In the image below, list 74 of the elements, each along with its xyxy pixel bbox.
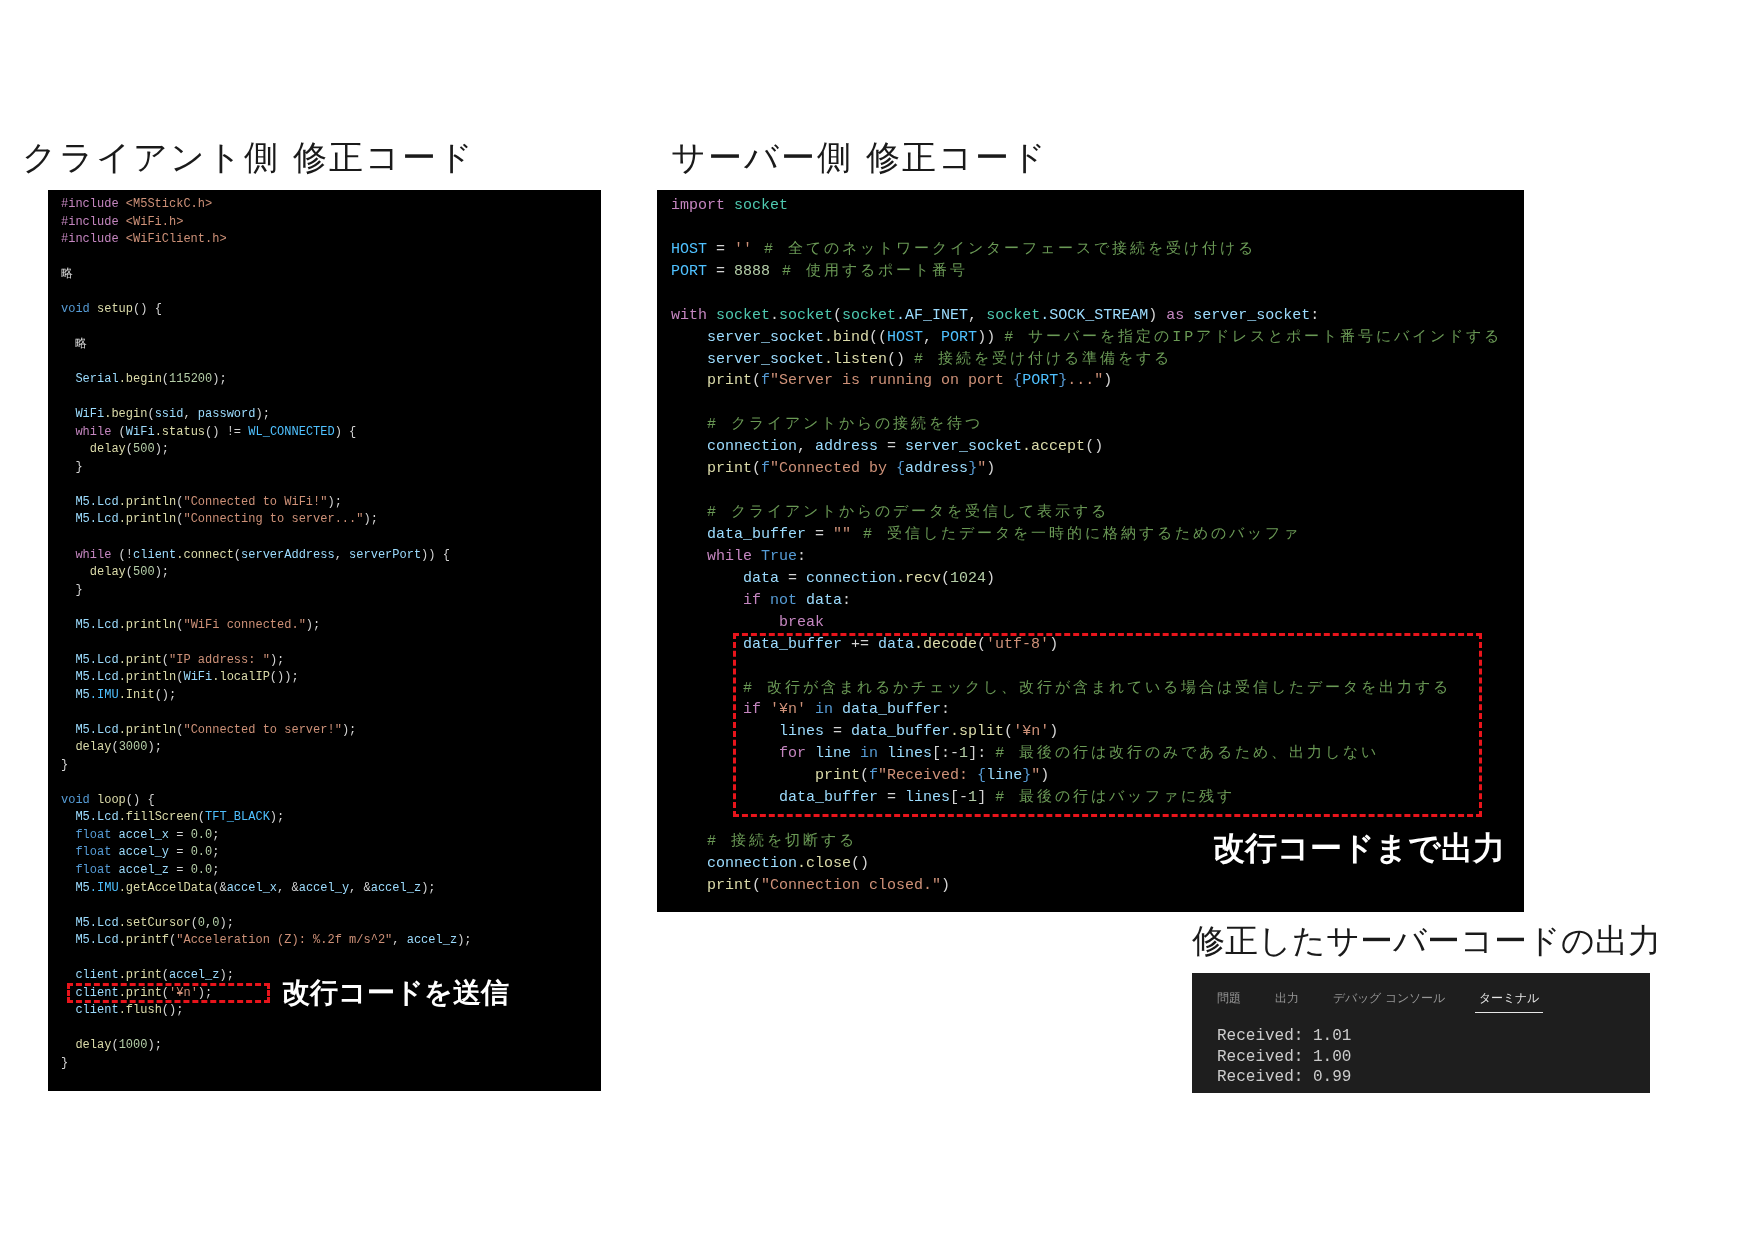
code-line: for line in lines[:-1]: # 最後の行は改行のみであるため、出力しない (779, 745, 1380, 763)
code-line: M5.Lcd.fillScreen(TFT_BLACK); (75, 810, 285, 825)
code-line: M5.Lcd.println("Connected to WiFi!"); (75, 494, 342, 509)
code-line: 略 (61, 267, 73, 282)
code-line: HOST = '' # 全てのネットワークインターフェースで接続を受け付ける (671, 240, 1257, 258)
code-line: delay(3000); (75, 740, 162, 755)
code-line: # 改行が含まれるかチェックし、改行が含まれている場合は受信したデータを出力する (743, 679, 1452, 697)
code-line: print(f"Connected by {address}") (707, 460, 996, 478)
code-line: lines = data_buffer.split('¥n') (779, 723, 1059, 741)
code-line: M5.Lcd.print("IP address: "); (75, 652, 285, 667)
code-line: while (!client.connect(serverAddress, serverPort)) { (75, 547, 450, 562)
code-line: import socket (671, 197, 789, 214)
code-line: print(f"Received: {line}") (815, 767, 1050, 785)
code-line: void setup() { (61, 302, 162, 317)
terminal-line: Received: 0.99 (1217, 1068, 1352, 1087)
code-line: #include <M5StickC.h> (61, 197, 213, 211)
code-line: if not data: (743, 591, 852, 609)
code-line: print("Connection closed.") (707, 876, 951, 894)
code-line: connection, address = server_socket.accept() (707, 438, 1104, 456)
code-line: M5.Lcd.println(WiFi.localIP()); (75, 670, 299, 685)
code-line: data_buffer = lines[-1] # 最後の行はバッファに残す (779, 789, 1236, 807)
code-line: client.print(accel_z); (75, 968, 234, 983)
code-line: while (WiFi.status() != WL_CONNECTED) { (75, 424, 357, 439)
code-line: client.print('¥n'); (75, 985, 213, 1000)
slide-heading: サーバー側 修正コード (671, 136, 1048, 179)
code-line: server_socket.bind((HOST, PORT)) # サーバーを指定のIPアドレスとポート番号にバインドする (707, 328, 1503, 346)
code-line: M5.Lcd.println("WiFi connected."); (75, 617, 321, 632)
code-line: data = connection.recv(1024) (743, 569, 996, 587)
code-line: print(f"Server is running on port {PORT}...") (707, 372, 1113, 390)
code-line: } (61, 757, 69, 772)
code-line: M5.Lcd.printf("Acceleration (Z): %.2f m/s^2", accel_z); (75, 933, 472, 948)
code-line: client.flush(); (75, 1003, 184, 1018)
code-line: float accel_z = 0.0; (75, 863, 220, 877)
code-line: M5.Lcd.println("Connected to server!"); (75, 722, 357, 737)
code-line: WiFi.begin(ssid, password); (75, 407, 270, 422)
code-line: } (75, 459, 83, 474)
panel-tab[interactable]: ターミナル (1474, 983, 1543, 1013)
panel-tab[interactable]: 問題 (1213, 983, 1245, 1013)
code-line: void loop() { (61, 792, 155, 807)
annotation-label: 改行コードを送信 (282, 975, 509, 1012)
terminal-line: Received: 1.00 (1217, 1047, 1352, 1066)
code-line: M5.IMU.getAccelData(&accel_x, &accel_y, &accel_z); (75, 880, 436, 895)
code-line: while True: (707, 547, 807, 565)
code-line: } (61, 1055, 69, 1070)
slide-heading: クライアント側 修正コード (22, 136, 475, 179)
code-line: M5.Lcd.println("Connecting to server..."); (75, 512, 378, 527)
code-line: #include <WiFiClient.h> (61, 232, 227, 247)
code-line: float accel_y = 0.0; (75, 845, 220, 860)
code-line: float accel_x = 0.0; (75, 827, 220, 842)
code-line: Serial.begin(115200); (75, 372, 227, 387)
code-line: #include <WiFi.h> (61, 214, 184, 229)
slide-heading: 修正したサーバーコードの出力 (1192, 920, 1661, 962)
code-line: } (75, 582, 83, 597)
code-line: M5.Lcd.setCursor(0,0); (75, 915, 234, 930)
code-line: 略 (75, 337, 88, 352)
panel-tab[interactable]: 出力 (1271, 983, 1303, 1013)
code-line: delay(500); (89, 565, 170, 580)
panel-tab[interactable]: デバッグ コンソール (1329, 983, 1449, 1013)
code-line: # 接続を切断する (707, 833, 858, 851)
code-line: delay(500); (89, 442, 170, 457)
code-line: data_buffer += data.decode('utf-8') (743, 635, 1059, 653)
code-line: M5.IMU.Init(); (75, 687, 177, 702)
code-line: server_socket.listen() # 接続を受け付ける準備をする (707, 350, 1173, 368)
code-line: # クライアントからのデータを受信して表示する (707, 504, 1110, 522)
annotation-label: 改行コードまで出力 (1213, 828, 1505, 869)
terminal-line: Received: 1.01 (1217, 1027, 1352, 1045)
code-line: with socket.socket(socket.AF_INET, socket.SOCK_STREAM) as server_socket: (671, 306, 1320, 324)
code-line: break (779, 613, 825, 631)
code-line: delay(1000); (75, 1038, 162, 1053)
code-line: if '¥n' in data_buffer: (743, 701, 951, 719)
code-line: data_buffer = "" # 受信したデータを一時的に格納するためのバッファ (707, 526, 1302, 543)
code-line: connection.close() (707, 855, 870, 873)
code-line: # クライアントからの接続を待つ (707, 416, 984, 434)
code-line: PORT = 8888 # 使用するポート番号 (671, 262, 969, 280)
